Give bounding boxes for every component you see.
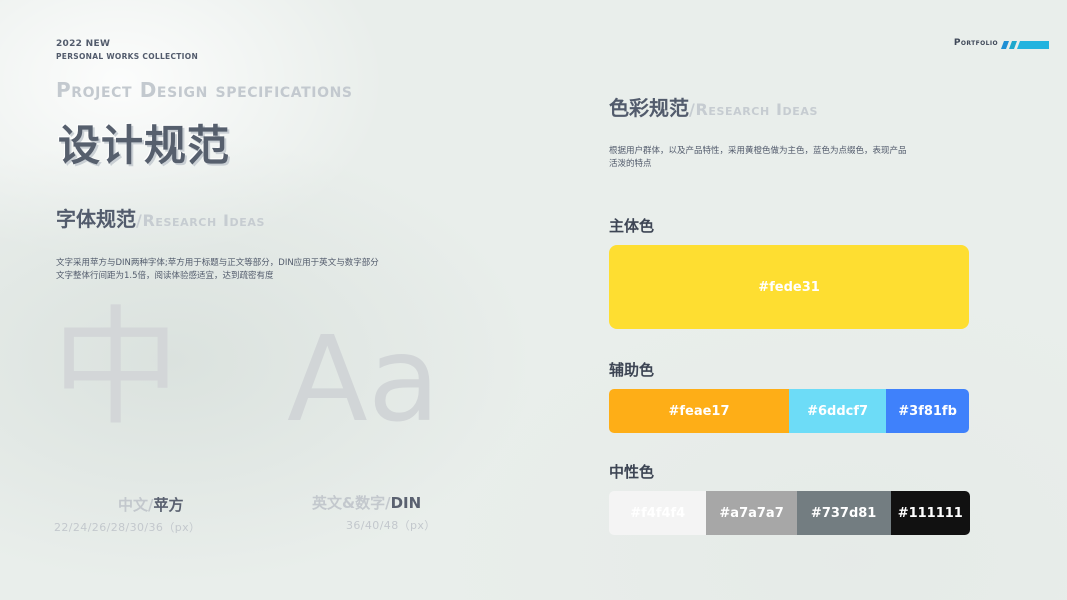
neutral-swatch-hex: #111111 xyxy=(897,505,963,521)
auxiliary-color-label: 辅助色 xyxy=(609,361,655,379)
primary-color-hex: #fede31 xyxy=(758,279,820,295)
color-spec-title: 色彩规范 xyxy=(609,96,689,120)
chinese-font-sizes: 22/24/26/28/30/36（px） xyxy=(54,521,201,534)
portfolio-bars-icon xyxy=(1001,41,1049,49)
neutral-swatch: #a7a7a7 xyxy=(706,491,797,535)
auxiliary-color-row: #feae17 #6ddcf7 #3f81fb xyxy=(609,389,969,433)
english-font-label: 英文&数字/DIN xyxy=(312,492,421,513)
portfolio-bar-2 xyxy=(1009,41,1017,49)
neutral-color-row: #f4f4f4 #a7a7a7 #737d81 #111111 xyxy=(609,491,970,535)
primary-color-swatch: #fede31 xyxy=(609,245,969,329)
collection-label: PERSONAL WORKS COLLECTION xyxy=(56,52,199,61)
auxiliary-swatch-hex: #6ddcf7 xyxy=(807,403,869,419)
auxiliary-swatch: #feae17 xyxy=(609,389,789,433)
portfolio-bar-3 xyxy=(1017,41,1049,49)
auxiliary-swatch-hex: #feae17 xyxy=(668,403,730,419)
neutral-swatch-hex: #a7a7a7 xyxy=(719,505,784,521)
font-spec-title: 字体规范 xyxy=(56,207,136,231)
font-spec-subtitle: /Research Ideas xyxy=(136,211,265,230)
auxiliary-swatch-hex: #3f81fb xyxy=(898,403,957,419)
project-title: Project Design specifications xyxy=(56,78,353,102)
auxiliary-swatch: #3f81fb xyxy=(886,389,969,433)
font-spec-heading: 字体规范/Research Ideas xyxy=(56,203,265,232)
chinese-font-name: 苹方 xyxy=(153,496,184,514)
neutral-color-label: 中性色 xyxy=(609,463,655,481)
chinese-sample-glyph: 中 xyxy=(52,294,181,443)
english-font-name: DIN xyxy=(390,494,422,512)
chinese-font-label-prefix: 中文/ xyxy=(118,496,154,514)
neutral-swatch: #f4f4f4 xyxy=(609,491,707,535)
neutral-swatch: #111111 xyxy=(890,491,970,535)
color-spec-heading: 色彩规范/Research Ideas xyxy=(609,92,818,121)
latin-sample-glyph: Aa xyxy=(287,310,441,448)
neutral-swatch-hex: #f4f4f4 xyxy=(630,505,686,521)
page-title: 设计规范 xyxy=(58,121,231,170)
year-label: 2022 NEW xyxy=(56,39,111,49)
english-font-sizes: 36/40/48（px） xyxy=(346,519,436,532)
english-font-label-prefix: 英文&数字/ xyxy=(312,494,391,512)
font-spec-description: 文字采用苹方与DIN两种字体;苹方用于标题与正文等部分，DIN应用于英文与数字部… xyxy=(56,258,379,281)
primary-color-label: 主体色 xyxy=(609,217,655,235)
color-spec-description: 根据用户群体，以及产品特性，采用黄橙色做为主色，蓝色为点缀色，表现产品活泼的特点 xyxy=(609,146,907,169)
auxiliary-swatch: #6ddcf7 xyxy=(789,389,887,433)
color-spec-subtitle: /Research Ideas xyxy=(689,100,818,119)
neutral-swatch-hex: #737d81 xyxy=(810,505,877,521)
chinese-font-label: 中文/苹方 xyxy=(118,494,184,515)
neutral-swatch: #737d81 xyxy=(796,491,891,535)
portfolio-bar-1 xyxy=(1001,41,1009,49)
portfolio-label: Portfolio xyxy=(953,38,998,48)
